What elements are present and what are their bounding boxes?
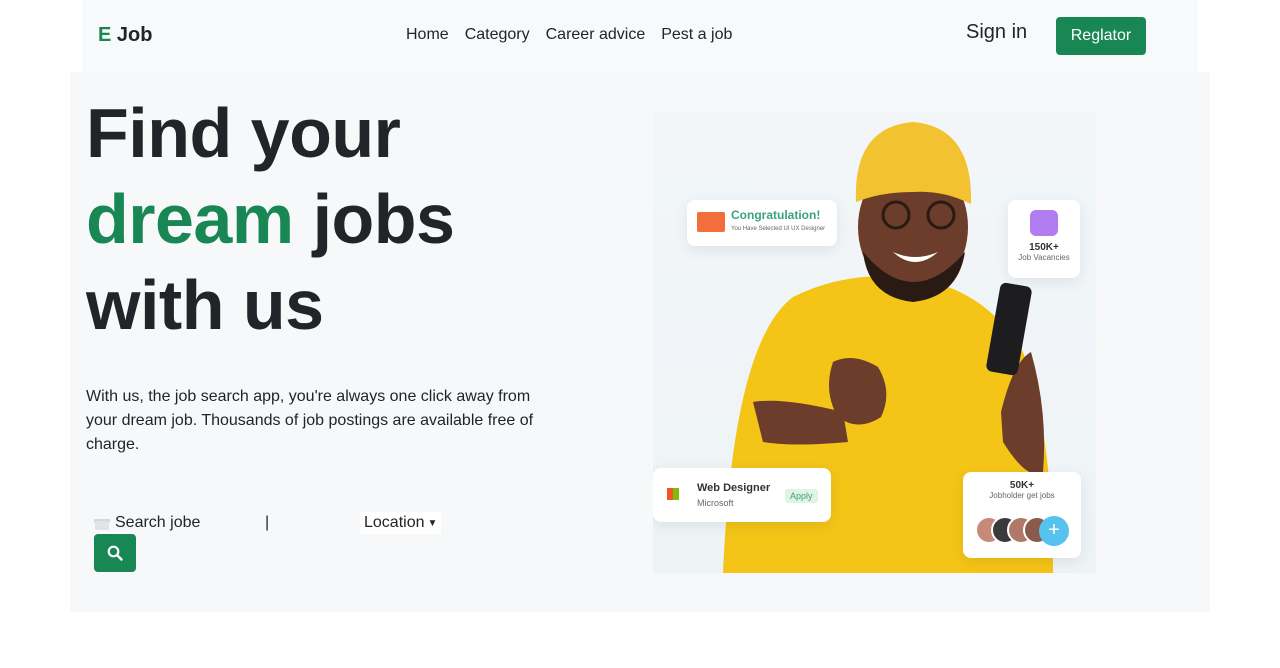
nav-link-career-advice[interactable]: Career advice [546,26,646,44]
hero-section: Find your dream jobs with us With us, th… [70,72,1210,612]
gift-icon [94,516,110,530]
brand-prefix: E [98,24,112,46]
nav-links: Home Category Career advice Pest a job [406,26,732,44]
vacancies-label: Job Vacancies [1018,253,1070,262]
nav-link-home[interactable]: Home [406,26,449,44]
briefcase-icon [1030,210,1058,236]
headline-highlight: dream [86,180,294,258]
jobholders-count: 50K+ [1009,480,1035,491]
microsoft-icon [667,488,679,500]
headline-line-3: with us [86,266,324,344]
register-button[interactable]: Reglator [1056,17,1146,55]
apply-button[interactable]: Apply [785,489,818,503]
headline-line-1: Find your [86,94,401,172]
search-divider: | [265,514,270,531]
nav-link-category[interactable]: Category [465,26,530,44]
search-jobs-input[interactable]: Search jobe [115,514,265,532]
nav-link-post-a-job[interactable]: Pest a job [661,26,732,44]
congratulation-card: Congratulation! You Have Selected UI UX … [687,200,837,246]
hero-description: With us, the job search app, you're alwa… [86,388,534,453]
chevron-down-icon: ▼ [427,517,438,529]
headline-line-2-rest: jobs [312,180,455,258]
search-bar: Search jobe | Location ▼ [94,512,442,534]
avatar-stack: + [975,516,1071,546]
job-title: Web Designer [697,482,771,494]
brand-logo[interactable]: E Job [98,24,152,47]
envelope-icon [697,212,725,232]
brand-name: Job [116,24,153,46]
navbar: E Job Home Category Career advice Pest a… [82,0,1198,72]
search-button[interactable] [94,534,136,572]
hero-headline: Find your dream jobs with us [86,90,455,348]
vacancies-count: 150K+ [1029,242,1059,253]
vacancies-card: 150K+ Job Vacancies [1008,200,1080,278]
congrats-title: Congratulation! [731,208,821,222]
plus-icon[interactable]: + [1039,516,1069,546]
job-card: Web Designer Microsoft Apply [653,468,831,522]
jobholders-label: Jobholder get jobs [989,491,1055,500]
headline-line-2: dream jobs [86,176,455,262]
jobholders-card: 50K+ Jobholder get jobs + [963,472,1081,558]
location-select-value: Location [364,514,425,531]
job-company: Microsoft [697,498,734,508]
congrats-subtitle: You Have Selected UI UX Designer [731,226,826,232]
sign-in-link[interactable]: Sign in [966,21,1027,44]
search-icon [107,545,123,561]
location-select[interactable]: Location ▼ [360,512,442,534]
hero-image: Congratulation! You Have Selected UI UX … [653,112,1096,573]
